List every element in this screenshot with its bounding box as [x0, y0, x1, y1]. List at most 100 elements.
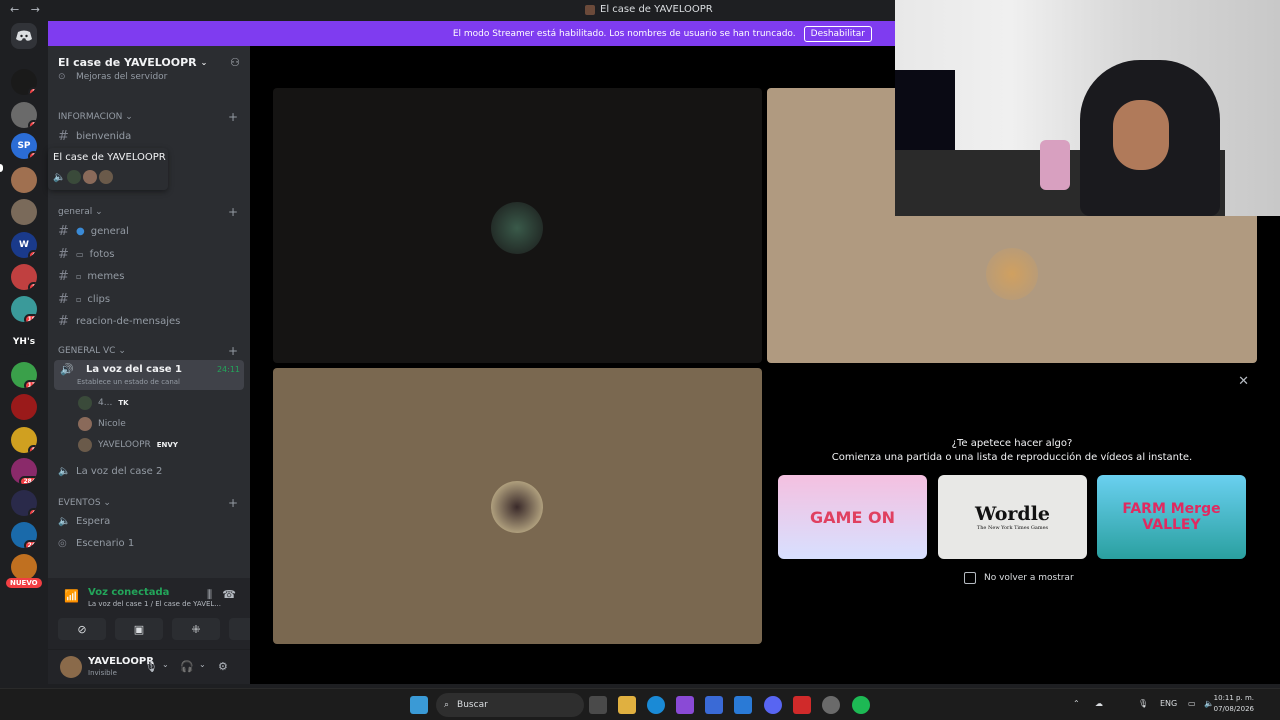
server-icon[interactable]	[11, 394, 37, 420]
server-icon[interactable]: 5	[11, 427, 37, 453]
screen-share-button[interactable]: ▣	[115, 618, 163, 640]
nuevo-badge: NUEVO	[6, 578, 42, 588]
avatar	[67, 170, 82, 184]
checkbox-label: No volver a mostrar	[984, 573, 1074, 583]
server-icon[interactable]: W4	[11, 232, 37, 258]
security-icon[interactable]	[734, 696, 752, 714]
edge-icon[interactable]	[647, 696, 665, 714]
disable-streamer-button[interactable]: Deshabilitar	[803, 25, 872, 42]
category-informacion[interactable]: INFORMACION ⌄ +	[58, 110, 238, 124]
windows-taskbar: ⌕ Buscar ⌃ ☁ 🎙 ENG ▭ 🔈 10:11 p. m. 07/08…	[0, 688, 1280, 720]
channel-general[interactable]: # ● general	[58, 224, 129, 239]
onedrive-icon[interactable]: ☁	[1095, 699, 1103, 708]
server-icon[interactable]	[11, 554, 37, 580]
add-channel-icon[interactable]: +	[228, 344, 238, 358]
server-icon[interactable]: 1	[11, 69, 37, 95]
obs-icon[interactable]	[822, 696, 840, 714]
task-view-icon[interactable]	[589, 696, 607, 714]
activity-card-farm-merge[interactable]: FARM Merge VALLEY	[1097, 475, 1246, 559]
close-icon[interactable]: ✕	[1238, 374, 1249, 389]
add-channel-icon[interactable]: +	[228, 496, 238, 510]
activity-card-game-on[interactable]: GAME ON	[778, 475, 927, 559]
category-eventos[interactable]: EVENTOS ⌄ +	[58, 496, 238, 510]
gear-icon[interactable]: ⚙	[218, 660, 228, 673]
app-icon[interactable]	[793, 696, 811, 714]
copilot-icon[interactable]	[676, 696, 694, 714]
mention-badge: 4	[27, 250, 37, 258]
voice-status[interactable]: Voz conectada	[88, 587, 169, 598]
category-general[interactable]: general ⌄ +	[58, 205, 238, 219]
file-explorer-icon[interactable]	[618, 696, 636, 714]
server-icon[interactable]: 4	[11, 490, 37, 516]
discord-home-icon[interactable]	[11, 23, 37, 49]
channel-bienvenida[interactable]: # bienvenida	[58, 129, 131, 144]
camera-button[interactable]: ⊘	[58, 618, 106, 640]
participant-tile[interactable]	[273, 88, 762, 363]
chevron-down-icon[interactable]: ⌄	[162, 660, 169, 669]
server-icon[interactable]: 26	[11, 522, 37, 548]
microphone-icon[interactable]: 🎙	[1138, 699, 1148, 708]
store-icon[interactable]	[705, 696, 723, 714]
clip-icon: ▫	[76, 295, 82, 304]
disconnect-icon[interactable]: ☎	[222, 588, 236, 601]
voice-user[interactable]: YAVELOOPR ENVY	[78, 438, 178, 452]
hash-icon: #	[58, 247, 69, 262]
category-general-vc[interactable]: GENERAL VC ⌄ +	[58, 344, 238, 358]
network-icon[interactable]: ▭	[1188, 699, 1196, 708]
headphones-icon[interactable]: 🎧	[180, 660, 194, 673]
channel-memes[interactable]: # ▫ memes	[58, 269, 124, 284]
server-icon[interactable]	[11, 167, 37, 193]
card-sublabel: The New York Times Games	[976, 525, 1049, 531]
taskbar-search[interactable]: ⌕ Buscar	[436, 693, 584, 717]
server-icon[interactable]: 19	[11, 296, 37, 322]
server-icon[interactable]: 284	[11, 458, 37, 484]
volume-icon[interactable]: 🔈	[1204, 699, 1214, 708]
channel-espera[interactable]: 🔈 Espera	[58, 516, 110, 527]
channel-escenario[interactable]: ◎ Escenario 1	[58, 538, 134, 549]
activities-button[interactable]: ⁜	[172, 618, 220, 640]
avatar[interactable]	[60, 656, 82, 678]
discord-taskbar-icon[interactable]	[764, 696, 782, 714]
participant-tile[interactable]	[273, 368, 762, 644]
voice-channel-timer: 24:11	[216, 365, 240, 374]
server-icon[interactable]: SP 2	[11, 133, 37, 159]
invite-icon[interactable]: ⚇	[230, 56, 240, 69]
voice-user[interactable]: 4... TK	[78, 396, 129, 410]
server-name: El case de YAVELOOPR	[58, 55, 197, 69]
server-icon[interactable]: 1	[11, 102, 37, 128]
mention-badge: 1	[27, 282, 37, 290]
dont-show-checkbox[interactable]: No volver a mostrar	[964, 572, 1074, 584]
server-icon[interactable]: 1	[11, 264, 37, 290]
mention-badge: 1	[27, 120, 37, 128]
clock[interactable]: 10:11 p. m. 07/08/2026	[1214, 693, 1254, 715]
channel-fotos[interactable]: # ▭ fotos	[58, 247, 114, 262]
set-channel-status[interactable]: Establece un estado de canal	[77, 378, 180, 386]
channel-clips[interactable]: # ▫ clips	[58, 292, 110, 307]
checkbox[interactable]	[964, 572, 976, 584]
spotify-icon[interactable]	[852, 696, 870, 714]
voice-user[interactable]: Nicole	[78, 417, 126, 431]
voice-channel-2[interactable]: 🔈 La voz del case 2	[58, 466, 162, 477]
voice-location[interactable]: La voz del case 1 / El case de YAVEL...	[88, 600, 221, 608]
activity-card-wordle[interactable]: Wordle The New York Times Games	[938, 475, 1087, 559]
microphone-icon[interactable]: 🎙	[144, 660, 158, 673]
emoji-icon: ▫	[76, 272, 82, 281]
boost-item[interactable]: ⊙ Mejoras del servidor	[58, 72, 167, 82]
server-icon[interactable]: YH's	[11, 329, 37, 355]
back-forward-icon[interactable]: ← →	[10, 3, 44, 16]
add-channel-icon[interactable]: +	[228, 205, 238, 219]
chevron-up-icon[interactable]: ⌃	[1073, 699, 1080, 708]
signal-icon[interactable]: 📶	[64, 589, 79, 603]
voice-actions: ⊘ ▣ ⁜ ♪	[58, 618, 277, 640]
voice-channel-active[interactable]: 🔊 La voz del case 1 24:11 Establece un e…	[54, 360, 244, 390]
chevron-down-icon[interactable]: ⌄	[199, 660, 206, 669]
channel-reacion-de-mensajes[interactable]: # reacion-de-mensajes	[58, 314, 180, 329]
add-channel-icon[interactable]: +	[228, 110, 238, 124]
noise-suppression-icon[interactable]: ⫼	[207, 588, 212, 602]
start-icon[interactable]	[410, 696, 428, 714]
language-indicator[interactable]: ENG	[1160, 699, 1177, 708]
avatar	[99, 170, 114, 184]
server-icon[interactable]	[11, 199, 37, 225]
server-icon[interactable]: 17	[11, 362, 37, 388]
activity-subtitle: Comienza una partida o una lista de repr…	[831, 452, 1193, 463]
